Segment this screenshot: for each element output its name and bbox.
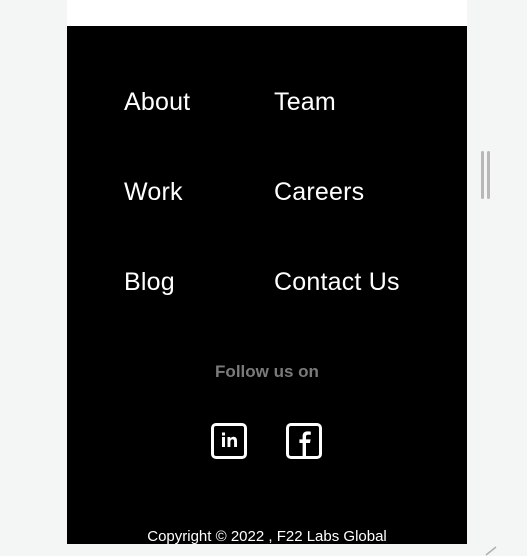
resize-handle-icon [485, 546, 497, 556]
page: About Team Work Careers Blog Contact Us … [0, 0, 527, 556]
follow-us-heading: Follow us on [215, 362, 319, 381]
site-footer: About Team Work Careers Blog Contact Us … [67, 26, 467, 545]
footer-link-team[interactable]: Team [274, 87, 336, 117]
facebook-icon[interactable] [286, 423, 322, 459]
content-area-bottom [67, 0, 467, 26]
footer-link-work[interactable]: Work [124, 177, 183, 207]
footer-link-about[interactable]: About [124, 87, 190, 117]
footer-link-blog[interactable]: Blog [124, 267, 175, 297]
linkedin-icon[interactable] [211, 423, 247, 459]
footer-link-careers[interactable]: Careers [274, 177, 364, 207]
footer-link-contact-us[interactable]: Contact Us [274, 267, 400, 297]
copyright-text: Copyright © 2022 , F22 Labs Global [147, 528, 387, 545]
scrollbar-thumb[interactable] [481, 151, 491, 199]
